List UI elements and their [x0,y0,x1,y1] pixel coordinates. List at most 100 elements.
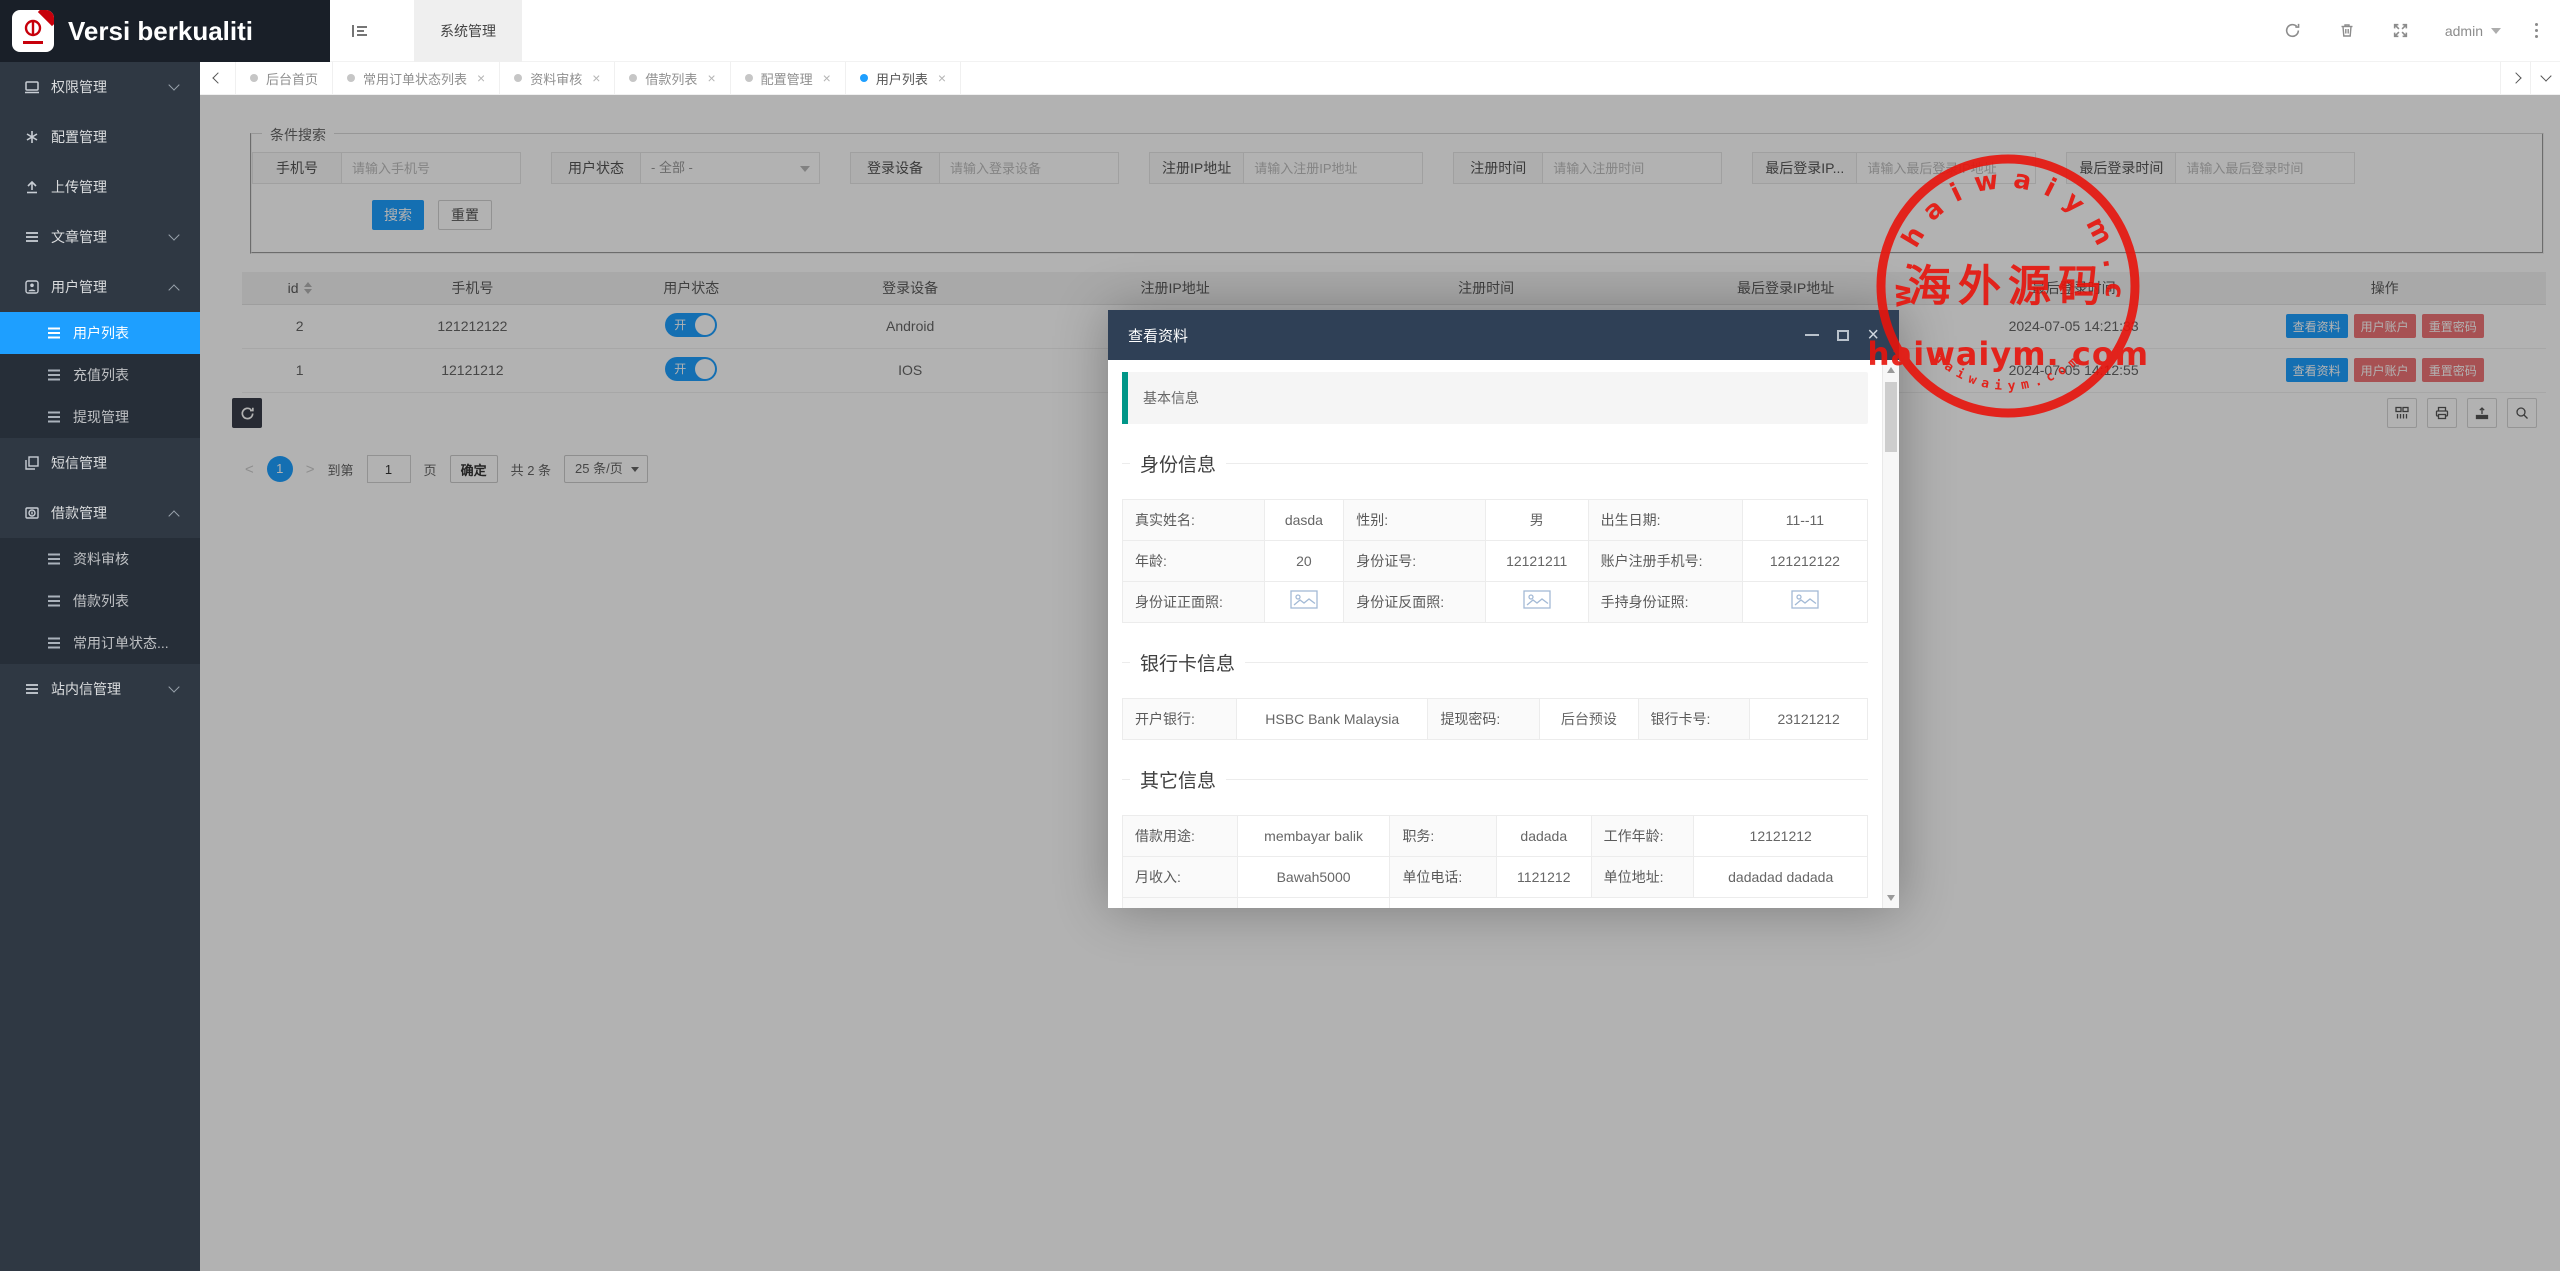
field-label: 真实姓名: [1123,500,1265,541]
maximize-icon[interactable] [1837,330,1849,341]
tab-dot-icon [250,74,258,82]
bars-icon [46,635,62,651]
sidebar-item-label: 充值列表 [73,365,129,385]
refresh-icon[interactable] [2283,21,2303,41]
sidebar-item-sms[interactable]: 短信管理 [0,438,200,488]
section-title: 其它信息 [1130,766,1226,793]
sidebar-item-loan-list[interactable]: 借款列表 [0,580,200,622]
sidebar-item-config[interactable]: 配置管理 [0,112,200,162]
tab-dot-icon [629,74,637,82]
tab-profile-review[interactable]: 资料审核 × [500,62,615,94]
close-icon[interactable]: × [938,70,946,86]
bars-icon [46,325,62,341]
field-value: 20 [1264,541,1344,582]
sidebar-item-order-status[interactable]: 常用订单状态... [0,622,200,664]
user-menu[interactable]: admin [2445,23,2501,39]
close-icon[interactable]: × [592,70,600,86]
tabbar: 后台首页 常用订单状态列表 × 资料审核 × 借款列表 × 配置管理 × 用户列… [200,62,2560,95]
monitor-icon [24,79,40,95]
close-icon[interactable]: × [823,70,831,86]
clear-cache-icon[interactable] [2337,21,2357,41]
id-back-photo[interactable] [1485,582,1588,623]
modal-body: 基本信息 身份信息 真实姓名: dasda 性别: 男 出生日期: 11--11… [1108,360,1882,908]
tab-dot-icon [860,74,868,82]
sidebar-item-label: 站内信管理 [51,679,121,699]
tabs-scroll-left[interactable] [200,62,236,94]
close-icon[interactable]: × [1867,327,1879,343]
loan-icon [24,505,40,521]
tab-order-status-list[interactable]: 常用订单状态列表 × [333,62,500,94]
sidebar-item-upload[interactable]: 上传管理 [0,162,200,212]
field-value: 12121211 [1485,541,1588,582]
id-hold-photo[interactable] [1742,582,1867,623]
field-value: 11--11 [1742,500,1867,541]
sidebar-item-withdraw-mgmt[interactable]: 提现管理 [0,396,200,438]
field-label: 职务: [1390,816,1497,857]
bank-emblem-icon [21,19,45,39]
sidebar-item-profile-review[interactable]: 资料审核 [0,538,200,580]
sidebar-item-user-list[interactable]: 用户列表 [0,312,200,354]
scrollbar-thumb[interactable] [1885,382,1897,452]
chevron-down-icon [2540,70,2551,81]
section-title: 身份信息 [1130,450,1226,477]
tab-user-list[interactable]: 用户列表 × [846,62,961,94]
scroll-down-icon[interactable] [1883,890,1899,906]
field-value: 男 [1485,500,1588,541]
sidebar-submenu-loan: 资料审核 借款列表 常用订单状态... [0,538,200,664]
tab-home[interactable]: 后台首页 [236,62,333,94]
mail-icon [24,681,40,697]
scroll-up-icon[interactable] [1883,362,1899,378]
top-menu-system[interactable]: 系统管理 [414,0,522,62]
field-label: 出生日期: [1588,500,1742,541]
topbar-actions: admin [2283,21,2560,41]
field-label: 居住地址: [1123,898,1238,909]
minimize-icon[interactable] [1805,334,1819,336]
tabs-menu[interactable] [2530,62,2560,94]
sidebar-item-label: 提现管理 [73,407,129,427]
username: admin [2445,23,2483,39]
field-label: 月收入: [1123,857,1238,898]
sidebar-item-label: 用户管理 [51,277,107,297]
sidebar-item-label: 常用订单状态... [73,633,169,653]
modal-titlebar[interactable]: 查看资料 × [1108,310,1899,360]
table-row: 真实姓名: dasda 性别: 男 出生日期: 11--11 [1123,500,1868,541]
tab-loan-list[interactable]: 借款列表 × [615,62,730,94]
sidebar-item-recharge-list[interactable]: 充值列表 [0,354,200,396]
sidebar-item-permission[interactable]: 权限管理 [0,62,200,112]
basic-info-quote: 基本信息 [1122,372,1868,424]
close-icon[interactable]: × [477,70,485,86]
chevron-down-icon [168,229,179,240]
field-label: 账户注册手机号: [1588,541,1742,582]
broken-image-icon [1791,590,1819,611]
table-row: 月收入: Bawah5000 单位电话: 1121212 单位地址: dadad… [1123,857,1868,898]
sidebar-item-loan-mgmt[interactable]: 借款管理 [0,488,200,538]
chevron-up-icon [168,510,179,521]
chevron-down-icon [168,681,179,692]
view-profile-modal: 查看资料 × 基本信息 身份信息 真实姓名: dasda 性别: 男 出生日期:… [1108,310,1899,908]
fullscreen-icon[interactable] [2391,21,2411,41]
modal-scrollbar[interactable] [1882,360,1899,908]
broken-image-icon [1290,590,1318,611]
table-row: 开户银行: HSBC Bank Malaysia 提现密码: 后台预设 银行卡号… [1123,699,1868,740]
collapse-menu-icon[interactable] [330,0,390,62]
field-value: Bawah5000 [1237,857,1390,898]
tabs-scroll-right[interactable] [2500,62,2530,94]
field-label: 借款用途: [1123,816,1238,857]
bars-icon [46,409,62,425]
topbar: 系统管理 admin [330,0,2560,62]
field-value: dasda [1264,500,1344,541]
tab-dot-icon [745,74,753,82]
close-icon[interactable]: × [707,70,715,86]
sidebar-item-article[interactable]: 文章管理 [0,212,200,262]
tab-config-mgmt[interactable]: 配置管理 × [731,62,846,94]
sidebar-item-label: 借款列表 [73,591,129,611]
sidebar-menu: 权限管理 配置管理 上传管理 文章管理 用户管理 用户列表 [0,62,200,1271]
sidebar-item-site-mail[interactable]: 站内信管理 [0,664,200,714]
tabbar-spacer [961,62,2500,94]
field-label: 性别: [1344,500,1486,541]
table-row: 年龄: 20 身份证号: 12121211 账户注册手机号: 121212122 [1123,541,1868,582]
more-options-icon[interactable] [2535,23,2538,38]
sidebar-item-label: 借款管理 [51,503,107,523]
id-front-photo[interactable] [1264,582,1344,623]
sidebar-item-user-mgmt[interactable]: 用户管理 [0,262,200,312]
